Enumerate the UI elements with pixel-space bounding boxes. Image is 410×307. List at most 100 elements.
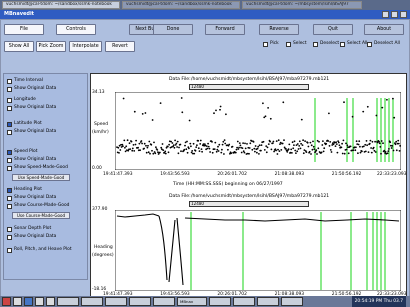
speed-point[interactable] bbox=[171, 142, 174, 144]
speed-point[interactable] bbox=[138, 142, 141, 145]
speed-point[interactable] bbox=[180, 150, 182, 153]
speed-point[interactable] bbox=[340, 146, 343, 149]
speed-point[interactable] bbox=[148, 140, 151, 143]
speed-point[interactable] bbox=[149, 152, 151, 155]
speed-point[interactable] bbox=[254, 150, 256, 153]
speed-point[interactable] bbox=[225, 113, 227, 116]
speed-point[interactable] bbox=[254, 145, 257, 147]
speed-point[interactable] bbox=[328, 112, 330, 115]
speed-point[interactable] bbox=[386, 152, 389, 155]
deselect-radio[interactable] bbox=[313, 42, 318, 47]
taskbar-item-5[interactable] bbox=[153, 297, 175, 306]
select-all-radio[interactable] bbox=[340, 42, 345, 47]
speed-point[interactable] bbox=[390, 147, 393, 149]
time-interval-original-checkbox[interactable] bbox=[7, 87, 12, 92]
speed-point[interactable] bbox=[196, 144, 198, 147]
controls-button[interactable]: Controls bbox=[56, 24, 96, 35]
speed-point[interactable] bbox=[365, 140, 368, 142]
speed-point[interactable] bbox=[270, 148, 273, 151]
minimize-icon[interactable] bbox=[382, 11, 389, 18]
speed-point[interactable] bbox=[207, 142, 209, 145]
speed-point[interactable] bbox=[386, 98, 388, 101]
speed-point[interactable] bbox=[309, 141, 312, 144]
speed-point[interactable] bbox=[224, 142, 227, 145]
speed-point[interactable] bbox=[347, 152, 350, 155]
speed-point[interactable] bbox=[271, 142, 274, 145]
speed-point[interactable] bbox=[280, 149, 283, 151]
speed-point[interactable] bbox=[256, 147, 259, 150]
speed-point[interactable] bbox=[166, 145, 169, 148]
taskbar-terminal-icon[interactable] bbox=[13, 297, 22, 306]
speed-point[interactable] bbox=[248, 147, 251, 149]
speed-point[interactable] bbox=[121, 143, 124, 146]
speed-point[interactable] bbox=[181, 111, 184, 114]
speed-point[interactable] bbox=[277, 148, 279, 151]
window-tab-3[interactable]: vuchsmidt@cal-tdom: ~/mbsystem/lsihl/BSA… bbox=[242, 1, 362, 9]
speed-point[interactable] bbox=[205, 145, 208, 147]
revert-button[interactable]: Revert bbox=[105, 41, 135, 52]
speed-point[interactable] bbox=[313, 148, 316, 150]
interpolate-button[interactable]: Interpolate bbox=[69, 41, 102, 52]
speed-point[interactable] bbox=[213, 112, 215, 115]
speed-point[interactable] bbox=[243, 151, 246, 154]
speed-point[interactable] bbox=[328, 145, 331, 147]
speed-point[interactable] bbox=[257, 145, 260, 148]
speed-point[interactable] bbox=[222, 140, 225, 143]
speed-point[interactable] bbox=[395, 140, 398, 143]
speed-point[interactable] bbox=[315, 149, 318, 152]
speed-point[interactable] bbox=[193, 152, 196, 155]
speed-point[interactable] bbox=[183, 148, 186, 151]
speed-point[interactable] bbox=[262, 102, 264, 105]
speed-point[interactable] bbox=[133, 150, 136, 152]
speed-point[interactable] bbox=[335, 141, 337, 144]
speed-point[interactable] bbox=[298, 140, 301, 143]
speed-point[interactable] bbox=[197, 139, 200, 142]
speed-point[interactable] bbox=[178, 146, 180, 149]
speed-point[interactable] bbox=[206, 147, 209, 150]
speed-point[interactable] bbox=[393, 116, 396, 119]
window-tab-1[interactable]: vuchsmidt@cal-tdom: ~/sandbox/ssmk-noteb… bbox=[2, 1, 120, 9]
speed-point[interactable] bbox=[219, 108, 221, 111]
speed-point[interactable] bbox=[227, 148, 229, 151]
speed-point[interactable] bbox=[382, 142, 384, 145]
show-speed-made-good-checkbox[interactable] bbox=[7, 166, 12, 171]
speed-point[interactable] bbox=[305, 151, 308, 153]
speed-point[interactable] bbox=[156, 149, 159, 151]
speed-point[interactable] bbox=[219, 105, 222, 108]
file-button[interactable]: File bbox=[4, 24, 44, 35]
speed-point[interactable] bbox=[124, 150, 127, 153]
speed-point[interactable] bbox=[192, 142, 195, 145]
speed-point[interactable] bbox=[272, 140, 275, 143]
speed-point[interactable] bbox=[275, 149, 277, 152]
speed-point[interactable] bbox=[147, 151, 150, 154]
sonar-original-checkbox[interactable] bbox=[7, 235, 12, 240]
speed-point[interactable] bbox=[154, 152, 157, 155]
speed-point[interactable] bbox=[281, 142, 284, 145]
speed-point[interactable] bbox=[159, 151, 161, 154]
heading-plot-checkbox[interactable] bbox=[7, 188, 12, 193]
speed-point[interactable] bbox=[293, 144, 295, 146]
speed-point[interactable] bbox=[186, 151, 189, 154]
speed-point[interactable] bbox=[316, 153, 318, 155]
speed-point[interactable] bbox=[291, 141, 294, 144]
speed-point[interactable] bbox=[310, 153, 312, 155]
speed-point[interactable] bbox=[287, 148, 290, 151]
speed-point[interactable] bbox=[282, 101, 285, 104]
speed-point[interactable] bbox=[173, 146, 176, 149]
speed-point[interactable] bbox=[310, 144, 313, 147]
longitude-original-checkbox[interactable] bbox=[7, 106, 12, 111]
heading-record-range-field[interactable]: 12480 bbox=[189, 201, 309, 207]
speed-point[interactable] bbox=[129, 148, 132, 150]
speed-point[interactable] bbox=[322, 140, 324, 142]
speed-point[interactable] bbox=[231, 145, 234, 148]
speed-point[interactable] bbox=[137, 146, 139, 149]
speed-point[interactable] bbox=[364, 143, 367, 146]
speed-point[interactable] bbox=[369, 139, 372, 142]
speed-point[interactable] bbox=[228, 143, 231, 146]
speed-point[interactable] bbox=[292, 147, 295, 150]
taskbar-item-10[interactable] bbox=[281, 297, 303, 306]
speed-point[interactable] bbox=[267, 107, 269, 109]
speed-point[interactable] bbox=[351, 115, 354, 118]
speed-point[interactable] bbox=[195, 146, 198, 148]
speed-point[interactable] bbox=[370, 151, 373, 154]
